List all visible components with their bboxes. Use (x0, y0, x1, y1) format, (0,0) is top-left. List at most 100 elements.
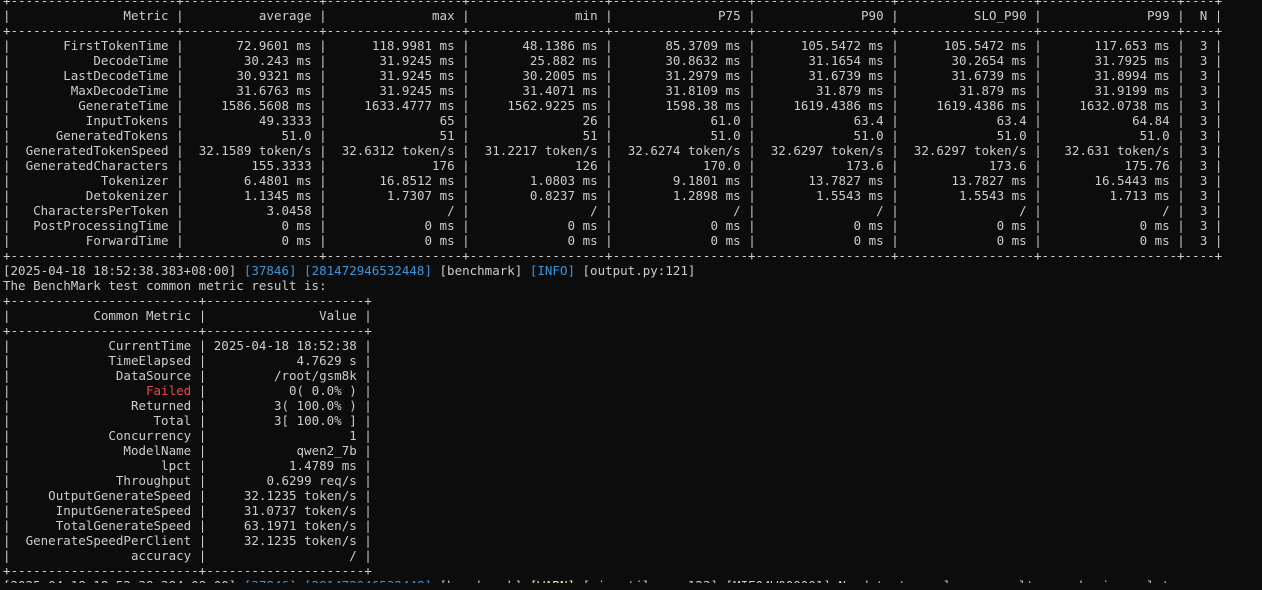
cell-padding (899, 143, 914, 158)
cell-padding (327, 233, 425, 248)
cell-padding (184, 188, 244, 203)
cell-padding (1185, 218, 1200, 233)
common-table-row: | Total | 3[ 100.0% ] | (3, 413, 1262, 428)
table-bottom-border: +----------------------+----------------… (3, 248, 1223, 263)
table-border: | (364, 458, 372, 473)
metric-value-cell: 1.713 ms (1109, 188, 1170, 203)
table-border: | (1034, 113, 1042, 128)
metric-value-cell: 13.7827 ms (951, 173, 1027, 188)
cell-padding (1042, 98, 1080, 113)
table-border: | (891, 38, 899, 53)
table-border: | (319, 188, 327, 203)
metric-name-cell: Tokenizer (100, 173, 169, 188)
table-border: | (1034, 53, 1042, 68)
metric-value-cell: 0 ms (567, 218, 598, 233)
cell-padding (1042, 173, 1095, 188)
metric-value-cell: qwen2_7b (296, 443, 357, 458)
table-border: | (3, 473, 11, 488)
table-border: | (3, 188, 11, 203)
trailing-log-level: [WARN] (530, 578, 575, 583)
cell-padding (613, 203, 733, 218)
cell-padding (613, 173, 673, 188)
cell-padding (206, 518, 244, 533)
cell-padding (327, 218, 425, 233)
cell-padding (1042, 8, 1147, 23)
cell-padding (1185, 203, 1200, 218)
metric-value-cell: 31.9245 ms (379, 68, 455, 83)
cell-padding (169, 8, 177, 23)
table-border: | (3, 53, 11, 68)
cell-padding (312, 83, 320, 98)
table-border: | (748, 38, 756, 53)
cell-padding (613, 188, 673, 203)
cell-padding (11, 503, 56, 518)
metric-value-cell: 155.3333 (251, 158, 312, 173)
cell-padding (191, 413, 199, 428)
metric-name-cell: GenerateSpeedPerClient (25, 533, 192, 548)
trailing-log-line: [2025-04-18 18:52:38.384+08:00] [37846] … (3, 578, 1262, 583)
cell-padding (1207, 98, 1215, 113)
metric-value-cell: 51 (439, 128, 455, 143)
table-border: | (319, 143, 327, 158)
cell-padding (184, 143, 199, 158)
cell-padding (184, 53, 244, 68)
metric-value-cell: 0 ms (1139, 233, 1170, 248)
table-border: | (3, 68, 11, 83)
cell-padding (1185, 158, 1200, 173)
metric-value-cell: 31.6739 ms (808, 68, 884, 83)
table-border: | (364, 428, 372, 443)
metric-value-cell: 61.0 (710, 113, 741, 128)
cell-padding (455, 38, 463, 53)
table-border: | (891, 233, 899, 248)
common-table-row: | lpct | 1.4789 ms | (3, 458, 1262, 473)
table-border: | (1214, 53, 1223, 68)
table-row: | GenerateTime | 1586.5608 ms | 1633.477… (3, 98, 1262, 113)
cell-padding (613, 218, 711, 233)
table-border: | (176, 38, 184, 53)
cell-padding (1207, 53, 1215, 68)
table-border: | (1034, 68, 1042, 83)
cell-padding (327, 128, 440, 143)
cell-padding (455, 218, 463, 233)
metric-name-cell: TimeElapsed (108, 353, 192, 368)
table-border: | (1214, 188, 1223, 203)
table-border: | (1177, 188, 1185, 203)
cell-padding (327, 188, 387, 203)
table-border: | (748, 83, 756, 98)
table-border: | (462, 53, 470, 68)
metric-name-cell: Throughput (115, 473, 192, 488)
cell-padding (1207, 173, 1215, 188)
table-top-border: +----------------------+----------------… (3, 0, 1223, 8)
common-table-row: | Concurrency | 1 | (3, 428, 1262, 443)
metric-value-cell: 85.3709 ms (665, 38, 741, 53)
metric-name-cell: Failed (146, 383, 192, 398)
terminal-window[interactable]: +----------------------+----------------… (0, 0, 1262, 583)
table-border: | (605, 38, 613, 53)
table-border: | (364, 398, 372, 413)
cell-padding (1042, 38, 1095, 53)
metric-value-cell: 1.1345 ms (243, 188, 312, 203)
common-table-row: | Throughput | 0.6299 req/s | (3, 473, 1262, 488)
table-border: | (176, 173, 184, 188)
metric-value-cell: 31.0737 token/s (243, 503, 357, 518)
log-module: [benchmark] (439, 263, 523, 278)
table-border: | (364, 518, 372, 533)
table-border: | (462, 38, 470, 53)
table-border: | (605, 68, 613, 83)
metric-value-cell: 1.5543 ms (815, 188, 884, 203)
cell-padding (169, 203, 177, 218)
metric-value-cell: 1.2898 ms (672, 188, 741, 203)
cell-padding (598, 8, 606, 23)
table-border: | (3, 158, 11, 173)
metric-table-header: | Metric | average | max | min | P75 | P… (3, 8, 1262, 23)
cell-padding (312, 203, 320, 218)
table-border: | (176, 8, 184, 23)
metric-value-cell: 13.7827 ms (808, 173, 884, 188)
cell-padding (11, 338, 109, 353)
metric-value-cell: 32.1235 token/s (243, 533, 357, 548)
metric-value-cell: / (1162, 203, 1170, 218)
cell-padding (11, 428, 109, 443)
cell-padding (184, 113, 259, 128)
table-border: | (1214, 218, 1223, 233)
